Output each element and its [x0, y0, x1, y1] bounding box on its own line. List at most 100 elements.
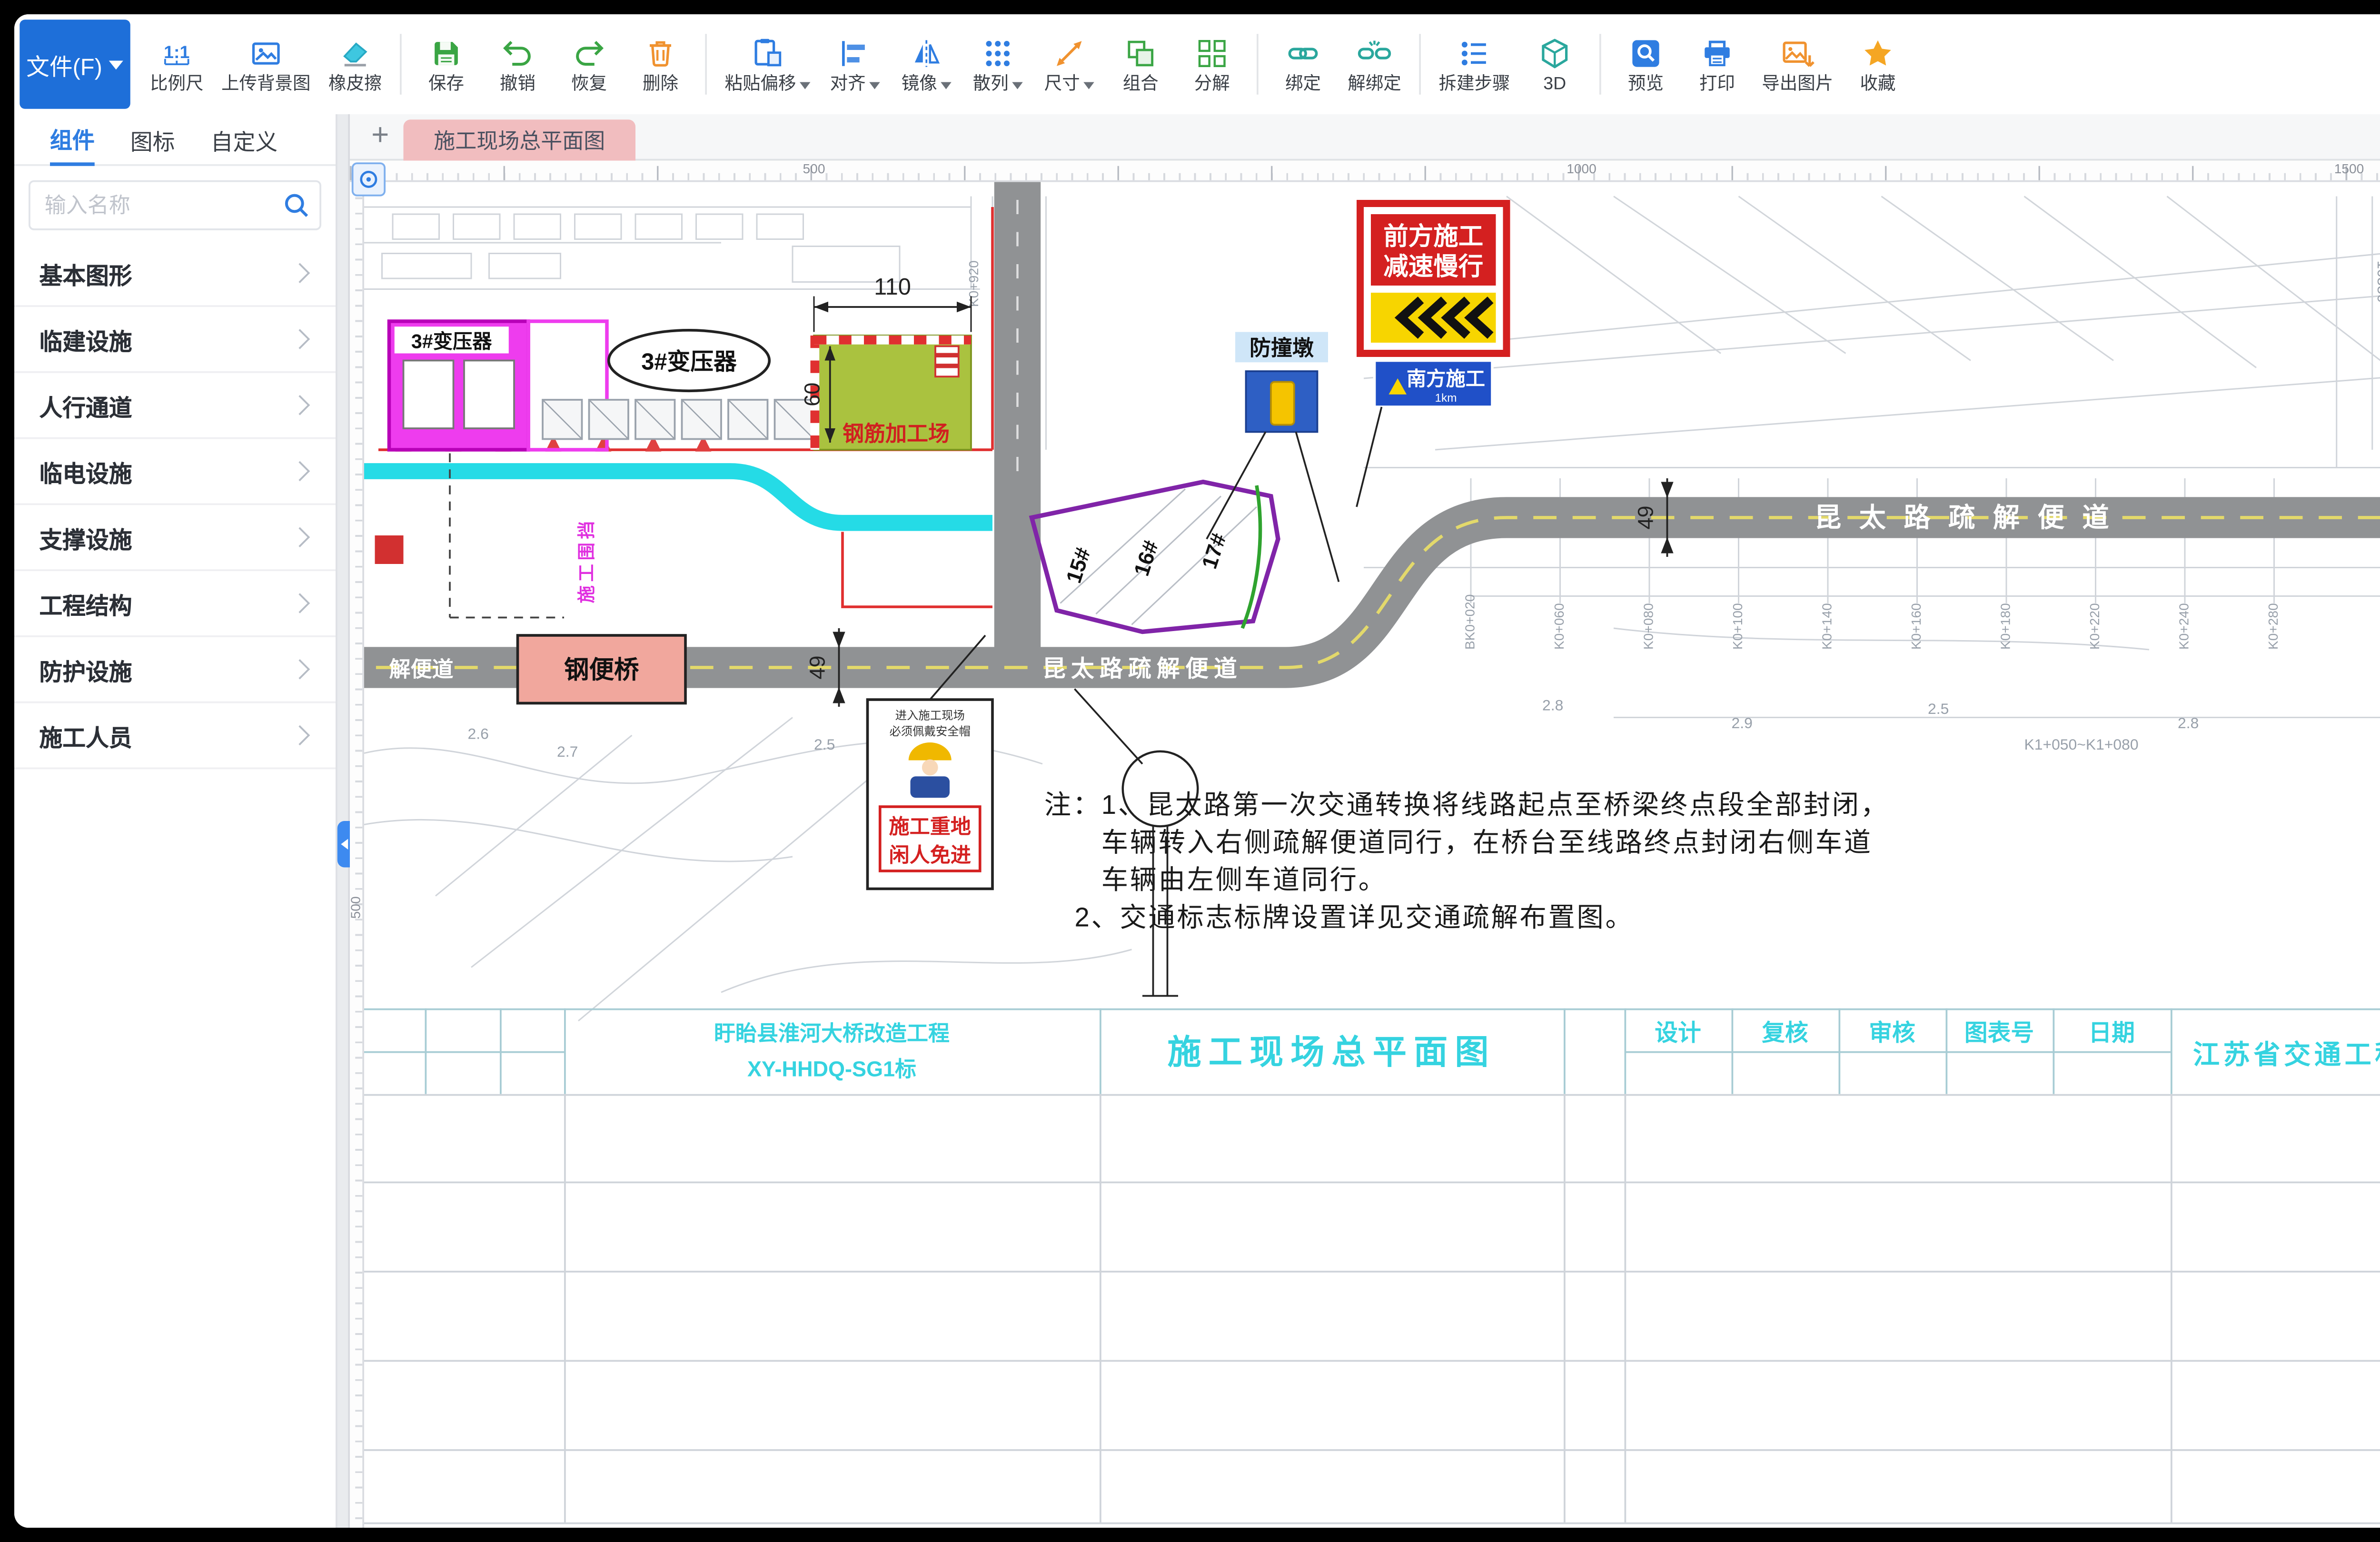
tab-site-plan[interactable]: 施工现场总平面图	[404, 119, 636, 160]
toolbar-save-button[interactable]: 保存	[411, 16, 482, 113]
dropdown-caret-icon	[869, 81, 880, 89]
pier-15-label: 15#	[1061, 544, 1095, 586]
anti-collision-label: 防撞墩	[1250, 336, 1314, 360]
toolbar-paste-offset-button[interactable]: 粘贴偏移	[716, 16, 820, 113]
transformer-ellipse-label: 3#变压器	[641, 349, 737, 375]
svg-text:K0+920: K0+920	[966, 260, 981, 307]
undo-icon	[500, 35, 536, 70]
sidebar-item-basic-shapes[interactable]: 基本图形	[14, 241, 336, 307]
svg-text:车辆由左侧车道同行。: 车辆由左侧车道同行。	[1101, 865, 1387, 895]
chevron-right-icon	[290, 659, 310, 679]
worker-sign-top2: 必须佩戴安全帽	[889, 725, 971, 738]
tab-icons[interactable]: 图标	[130, 114, 175, 164]
svg-text:K0+060: K0+060	[1552, 603, 1567, 650]
toolbar-array-button[interactable]: 散列	[962, 16, 1033, 113]
dimension-110: 110	[814, 274, 971, 332]
company-name: 江苏省交通工程	[2193, 1039, 2380, 1069]
fence-label: 施工围挡	[576, 518, 596, 603]
favorite-icon	[1860, 35, 1896, 70]
road-label-left: 解便道	[389, 657, 454, 681]
sidebar-item-support-facilities[interactable]: 支撑设施	[14, 505, 336, 571]
align-icon	[837, 35, 873, 70]
export-image-icon	[1780, 35, 1815, 70]
sidebar-tabs: 组件 图标 自定义	[14, 114, 336, 166]
toolbar-scale-button[interactable]: 1:1 比例尺	[141, 16, 212, 113]
svg-text:49: 49	[1634, 505, 1658, 529]
delete-icon	[643, 35, 678, 70]
new-tab-button[interactable]: +	[364, 119, 397, 152]
svg-text:2.8: 2.8	[2178, 714, 2199, 731]
toolbar-upload-background-button[interactable]: 上传背景图	[212, 16, 319, 113]
building-footprints	[543, 400, 814, 439]
toolbar-separator	[1257, 34, 1259, 95]
toolbar-undo-button[interactable]: 撤销	[482, 16, 554, 113]
svg-text:60: 60	[800, 383, 824, 406]
header-sheet-no: 图表号	[1964, 1020, 2034, 1046]
pier-polygon[interactable]: 15# 16# 17#	[1032, 482, 1279, 632]
search-input[interactable]	[30, 191, 273, 219]
svg-text:K0+220: K0+220	[2087, 603, 2102, 650]
app-window: 文件(F) 1:1 比例尺 上传背景图 橡皮擦 保存 撤销 恢复	[14, 14, 2380, 1528]
explode-icon	[1194, 35, 1230, 70]
project-name-line1: 盱眙县淮河大桥改造工程	[714, 1021, 950, 1045]
toolbar-steps-button[interactable]: 拆建步骤	[1430, 16, 1519, 113]
preview-icon	[1628, 35, 1664, 70]
worker-sign-red2: 闲人免进	[889, 844, 971, 867]
toolbar-favorite-button[interactable]: 收藏	[1842, 16, 1914, 113]
toolbar-print-button[interactable]: 打印	[1682, 16, 1753, 113]
road-label-mid: 昆太路疏解便道	[1042, 656, 1242, 682]
paste-offset-icon	[750, 35, 785, 70]
header-review: 复核	[1762, 1020, 1808, 1046]
toolbar-explode-button[interactable]: 分解	[1176, 16, 1248, 113]
toolbar-dimension-button[interactable]: 尺寸	[1033, 16, 1105, 113]
sidebar-item-engineering-structure[interactable]: 工程结构	[14, 571, 336, 637]
eraser-icon	[337, 35, 373, 70]
drawing-viewport[interactable]: BK0+020 K0+060 K0+080 K0+100 K0+140 K0+1…	[364, 182, 2380, 1528]
sidebar-item-protective-facilities[interactable]: 防护设施	[14, 637, 336, 703]
toolbar-3d-button[interactable]: 3D	[1519, 16, 1590, 113]
toolbar-unbind-button[interactable]: 解绑定	[1339, 16, 1410, 113]
tab-components[interactable]: 组件	[50, 112, 95, 166]
red-marker[interactable]	[375, 535, 404, 564]
road-label-right: 昆太路疏解便道	[1815, 502, 2127, 532]
toolbar-delete-button[interactable]: 删除	[625, 16, 696, 113]
sidebar-item-construction-workers[interactable]: 施工人员	[14, 703, 336, 770]
tab-custom[interactable]: 自定义	[211, 114, 278, 164]
toolbar-separator	[1419, 34, 1421, 95]
chevron-right-icon	[290, 527, 310, 547]
chevron-right-icon	[290, 461, 310, 481]
toolbar-align-button[interactable]: 对齐	[819, 16, 891, 113]
project-name-line2: XY-HHDQ-SG1标	[747, 1057, 916, 1081]
cyan-enclosure-line[interactable]	[364, 471, 992, 523]
toolbar-bind-button[interactable]: 绑定	[1268, 16, 1339, 113]
canvas-drawing[interactable]: BK0+020 K0+060 K0+080 K0+100 K0+140 K0+1…	[364, 182, 2380, 1528]
steel-bridge[interactable]: 钢便桥	[518, 635, 686, 703]
dropdown-caret-icon	[1012, 81, 1023, 89]
blue-sign-sub: 1km	[1435, 392, 1457, 405]
svg-text:K0+140: K0+140	[1820, 603, 1835, 650]
svg-text:K0+160: K0+160	[1909, 603, 1924, 650]
toolbar-preview-button[interactable]: 预览	[1610, 16, 1682, 113]
chevron-right-icon	[290, 329, 310, 349]
svg-text:K0+080: K0+080	[1641, 603, 1656, 650]
sidebar-item-pedestrian-passage[interactable]: 人行通道	[14, 373, 336, 439]
worker-sign-red1: 施工重地	[889, 815, 971, 838]
toolbar-group-button[interactable]: 组合	[1105, 16, 1176, 113]
file-menu-button[interactable]: 文件(F)	[20, 20, 130, 109]
origin-target-button[interactable]	[352, 162, 386, 196]
toolbar-export-image-button[interactable]: 导出图片	[1753, 16, 1843, 113]
search-icon[interactable]	[273, 191, 320, 219]
svg-text:车辆转入右侧疏解便道同行，在桥台至线路终点封闭右侧车道: 车辆转入右侧疏解便道同行，在桥台至线路终点封闭右侧车道	[1101, 827, 1873, 857]
svg-text:49: 49	[805, 655, 830, 679]
sidebar-collapse-strip	[336, 114, 350, 1528]
redo-icon	[571, 35, 607, 70]
toolbar-redo-button[interactable]: 恢复	[554, 16, 625, 113]
rebar-yard[interactable]: 钢筋加工场	[814, 336, 971, 450]
toolbar-mirror-button[interactable]: 镜像	[891, 16, 962, 113]
transformer-ellipse[interactable]: 3#变压器	[609, 330, 770, 391]
collapse-left-icon	[341, 839, 348, 850]
sidebar-item-temporary-facilities[interactable]: 临建设施	[14, 307, 336, 373]
construction-warning-sign[interactable]: 前方施工 减速慢行 南方施工 1km	[1357, 204, 1507, 507]
toolbar-eraser-button[interactable]: 橡皮擦	[319, 16, 391, 113]
sidebar-item-temporary-power[interactable]: 临电设施	[14, 439, 336, 505]
